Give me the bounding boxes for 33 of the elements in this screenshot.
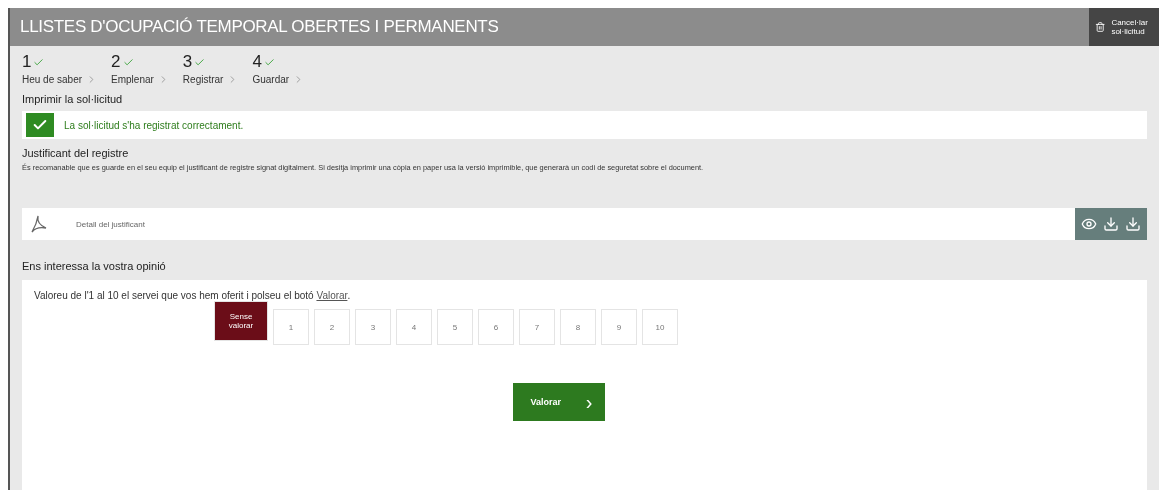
step-label: Heu de saber: [22, 74, 83, 85]
rating-option[interactable]: 1: [273, 309, 309, 345]
valorar-link[interactable]: Valorar: [316, 290, 348, 301]
rating-option[interactable]: 9: [601, 309, 637, 345]
section-title: Imprimir la sol·licitud: [22, 93, 124, 105]
section-title: Ens interessa la vostra opinió: [22, 260, 167, 272]
rating-option[interactable]: 8: [560, 309, 596, 345]
page-title: LLISTES D'OCUPACIÓ TEMPORAL OBERTES I PERMANENTS: [20, 17, 499, 37]
step-label: Emplenar: [111, 74, 154, 85]
rating-option[interactable]: 6: [478, 309, 514, 345]
step-number: 1: [22, 52, 32, 72]
view-button[interactable]: [1081, 216, 1097, 232]
rating-option[interactable]: 4: [396, 309, 432, 345]
download-button[interactable]: [1125, 216, 1141, 232]
step-label: Registrar: [182, 74, 224, 85]
download-button[interactable]: [1103, 216, 1119, 232]
step-number: 4: [252, 52, 262, 72]
success-message: La sol·licitud s'ha registrat correctament.: [64, 119, 244, 131]
rating-option[interactable]: 2: [314, 309, 350, 345]
section-title: Justificant del registre: [22, 147, 130, 159]
step-number: 3: [182, 52, 193, 72]
rating-option[interactable]: 3: [355, 309, 391, 345]
cancel-button[interactable]: Cancel·lar sol·licitud: [1089, 8, 1159, 46]
no-rating-option[interactable]: Sense valorar: [214, 301, 268, 341]
pdf-icon: [30, 215, 48, 233]
rating-prompt: Valoreu de l'1 al 10 el servei que vos hem oferit i polseu el botó Valorar.: [34, 290, 352, 301]
submit-button[interactable]: Valorar ›: [512, 383, 605, 421]
rating-option[interactable]: 7: [519, 309, 555, 345]
step-number: 2: [111, 52, 121, 72]
rating-option[interactable]: 5: [437, 309, 473, 345]
step-label: Guardar: [252, 74, 290, 85]
document-name: Detall del justificant: [76, 219, 146, 229]
rating-option[interactable]: 10: [642, 309, 678, 345]
